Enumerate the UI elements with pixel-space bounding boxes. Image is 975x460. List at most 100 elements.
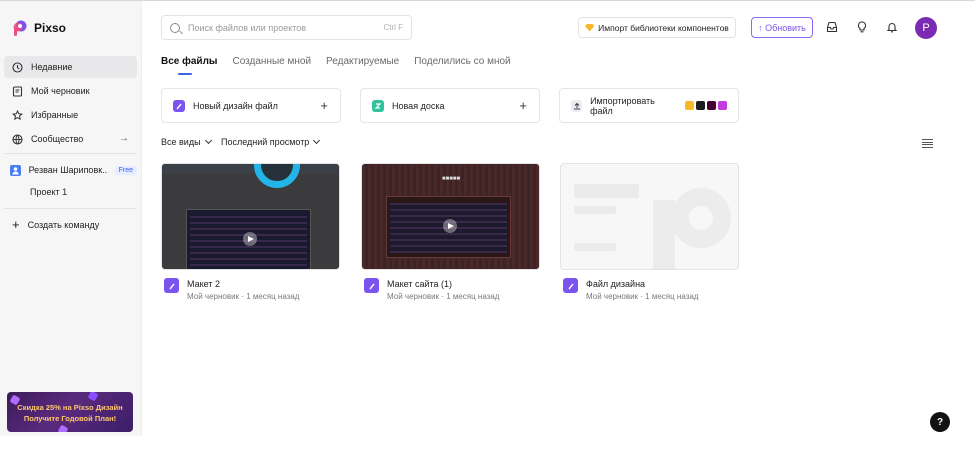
file-card[interactable]: Файл дизайна Мой черновик · 1 месяц наза… bbox=[560, 163, 739, 304]
globe-icon bbox=[12, 133, 23, 145]
plan-badge: Free bbox=[114, 165, 137, 175]
file-meta: Мой черновик · 1 месяц назад bbox=[187, 292, 300, 301]
card-label: Импортировать файл bbox=[590, 95, 655, 116]
file-info: Макет сайта (1) Мой черновик · 1 месяц н… bbox=[364, 278, 540, 304]
new-design-file-card[interactable]: Новый дизайн файл + bbox=[161, 88, 341, 123]
design-file-icon bbox=[173, 99, 185, 112]
file-tabs: Все файлы Созданные мной Редактируемые П… bbox=[161, 56, 511, 75]
plus-icon: + bbox=[519, 98, 527, 113]
sidebar-divider bbox=[4, 208, 136, 209]
search-icon bbox=[170, 22, 180, 33]
thumbnail-screen bbox=[386, 196, 511, 258]
arrow-right-icon: → bbox=[119, 133, 129, 144]
import-file-card[interactable]: Импортировать файл bbox=[559, 88, 739, 123]
promo-line-2: Получите Годовой План! bbox=[23, 414, 117, 423]
sidebar-item-label: Сообщество bbox=[31, 134, 84, 144]
sort-dropdown[interactable]: Последний просмотр bbox=[221, 136, 321, 147]
app-name: Pixso bbox=[34, 21, 67, 35]
thumbnail-graphic bbox=[254, 164, 300, 188]
sort-label: Последний просмотр bbox=[221, 137, 310, 147]
tab-created-by-me[interactable]: Созданные мной bbox=[232, 56, 311, 74]
plus-icon: + bbox=[320, 98, 328, 113]
chevron-down-icon bbox=[204, 136, 212, 145]
placeholder-block bbox=[574, 206, 616, 214]
upgrade-button[interactable]: ↑ Обновить bbox=[751, 17, 813, 38]
sidebar-item-community[interactable]: Сообщество → bbox=[4, 128, 137, 150]
tab-editable[interactable]: Редактируемые bbox=[326, 56, 399, 74]
sidebar-item-recent[interactable]: Недавние bbox=[4, 56, 137, 78]
clock-icon bbox=[12, 61, 23, 73]
placeholder-block bbox=[574, 243, 616, 251]
promo-banner[interactable]: Скидка 25% на Pixso Дизайн Получите Годо… bbox=[7, 392, 133, 432]
star-icon bbox=[12, 109, 23, 121]
list-view-icon[interactable] bbox=[922, 139, 933, 148]
file-thumbnail[interactable] bbox=[161, 163, 340, 270]
card-label: Новый дизайн файл bbox=[193, 100, 278, 111]
search-shortcut: Ctrl F bbox=[383, 23, 403, 32]
sidebar-item-label: Недавние bbox=[31, 62, 73, 72]
rp-icon bbox=[718, 101, 727, 110]
thumbnail-screen bbox=[186, 209, 311, 269]
user-avatar[interactable]: P bbox=[915, 17, 937, 39]
file-info: Макет 2 Мой черновик · 1 месяц назад bbox=[164, 278, 340, 304]
tab-all-files[interactable]: Все файлы bbox=[161, 56, 217, 75]
promo-decoration bbox=[57, 424, 69, 432]
whiteboard-icon bbox=[372, 99, 384, 112]
card-label: Новая доска bbox=[392, 100, 445, 111]
bottom-area bbox=[0, 436, 975, 460]
sidebar-nav: Недавние Мой черновик Избранные Сообщест… bbox=[4, 56, 137, 152]
team-name: Резван Шариповк... bbox=[28, 165, 107, 175]
app-window: Pixso Недавние Мой черновик Избранные Со… bbox=[0, 0, 975, 460]
promo-decoration bbox=[87, 392, 99, 402]
file-name: Макет сайта (1) bbox=[387, 279, 453, 289]
plus-icon: + bbox=[12, 217, 20, 232]
inbox-icon[interactable] bbox=[824, 19, 840, 35]
promo-line-1: Скидка 25% на Pixso Дизайн bbox=[17, 403, 123, 412]
file-info: Файл дизайна Мой черновик · 1 месяц наза… bbox=[563, 278, 739, 304]
draft-icon bbox=[12, 85, 23, 97]
placeholder-block bbox=[574, 184, 639, 198]
file-thumbnail[interactable] bbox=[560, 163, 739, 270]
sidebar-item-project[interactable]: Проект 1 bbox=[30, 187, 67, 197]
file-meta: Мой черновик · 1 месяц назад bbox=[586, 292, 699, 301]
file-thumbnail[interactable]: ■■■■■ bbox=[361, 163, 540, 270]
design-file-icon bbox=[364, 278, 379, 293]
gem-icon bbox=[585, 23, 595, 32]
file-card[interactable]: ■■■■■ Макет сайта (1) Мой черновик · 1 м… bbox=[361, 163, 540, 304]
help-button[interactable]: ? bbox=[930, 412, 950, 432]
file-card[interactable]: Макет 2 Мой черновик · 1 месяц назад bbox=[161, 163, 340, 304]
logo[interactable]: Pixso bbox=[12, 19, 66, 37]
sidebar: Pixso Недавние Мой черновик Избранные Со… bbox=[0, 1, 142, 436]
xd-icon bbox=[707, 101, 716, 110]
figma-icon bbox=[696, 101, 705, 110]
sidebar-item-label: Мой черновик bbox=[31, 86, 90, 96]
tab-shared-with-me[interactable]: Поделились со мной bbox=[414, 56, 510, 74]
view-filter-dropdown[interactable]: Все виды bbox=[161, 136, 212, 147]
top-border bbox=[0, 0, 975, 1]
create-team-button[interactable]: + Создать команду bbox=[12, 217, 100, 232]
sidebar-item-drafts[interactable]: Мой черновик bbox=[4, 80, 137, 102]
search-input[interactable]: Поиск файлов или проектов Ctrl F bbox=[161, 15, 412, 40]
bell-icon[interactable] bbox=[884, 19, 900, 35]
create-team-label: Создать команду bbox=[27, 220, 100, 230]
design-file-icon bbox=[563, 278, 578, 293]
thumbnail-header bbox=[162, 164, 339, 174]
lightbulb-icon[interactable] bbox=[854, 19, 870, 35]
team-item[interactable]: Резван Шариповк... Free bbox=[4, 161, 137, 179]
play-icon bbox=[443, 219, 457, 233]
search-placeholder: Поиск файлов или проектов bbox=[188, 22, 307, 33]
file-meta: Мой черновик · 1 месяц назад bbox=[387, 292, 500, 301]
import-library-button[interactable]: Импорт библиотеки компонентов bbox=[578, 17, 736, 38]
file-name: Файл дизайна bbox=[586, 279, 646, 289]
pixso-logo-icon bbox=[12, 19, 28, 37]
promo-text: Скидка 25% на Pixso Дизайн Получите Годо… bbox=[7, 402, 133, 424]
sidebar-item-favorites[interactable]: Избранные bbox=[4, 104, 137, 126]
user-icon bbox=[10, 164, 21, 176]
chevron-down-icon bbox=[313, 136, 321, 145]
new-whiteboard-card[interactable]: Новая доска + bbox=[360, 88, 540, 123]
play-icon bbox=[243, 232, 257, 246]
sidebar-item-label: Избранные bbox=[31, 110, 79, 120]
view-filter-label: Все виды bbox=[161, 137, 201, 147]
upload-icon bbox=[571, 99, 583, 112]
sidebar-divider bbox=[4, 153, 136, 154]
